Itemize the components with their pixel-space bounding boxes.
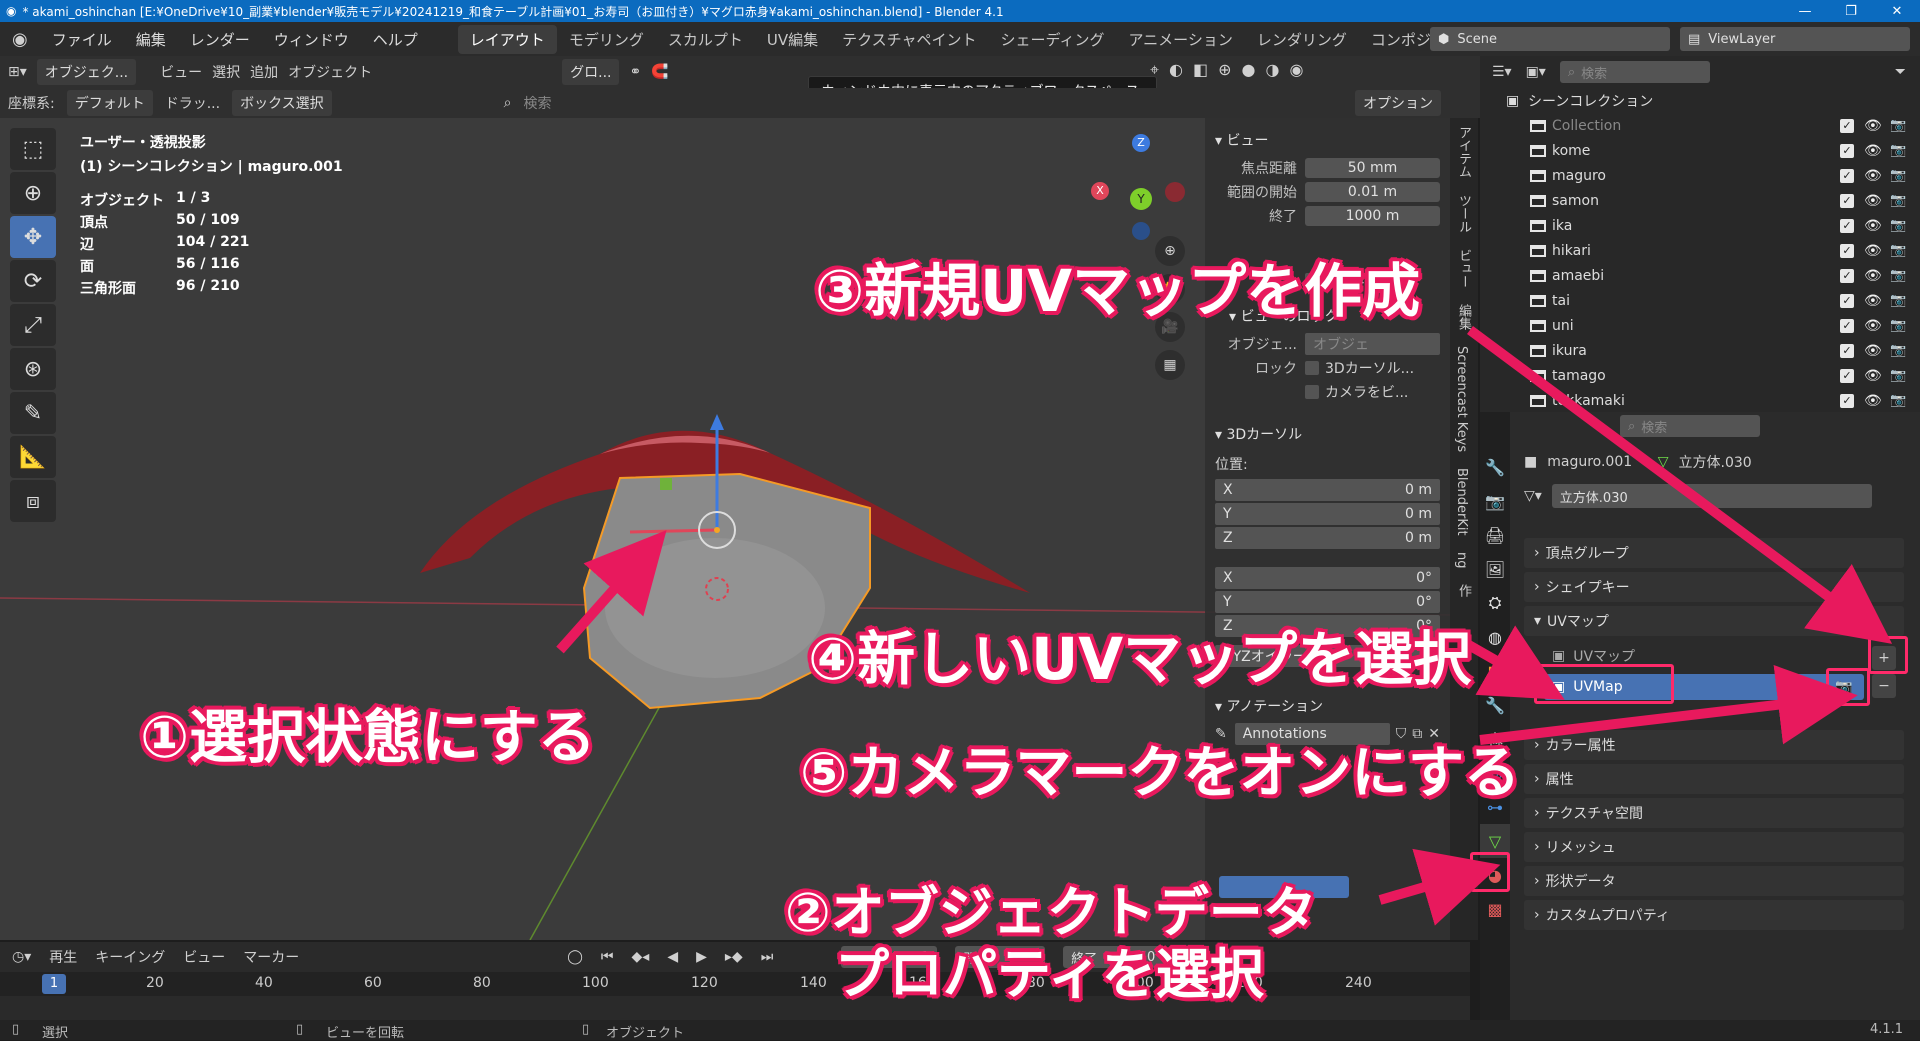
- annotation-step-1: ①選択状態にする: [140, 703, 596, 771]
- arrow-to-camera-icon: [1479, 664, 1858, 745]
- arrow-to-data-tab: [1378, 848, 1501, 926]
- arrow-to-add-button: [1467, 325, 1893, 644]
- annotation-step-4: ④新しいUVマップを選択: [808, 625, 1472, 693]
- arrow-to-object: [556, 530, 667, 654]
- annotation-step-5: ⑤カメラマークをオンにする: [800, 741, 1520, 806]
- annotation-step-2-line2: プロパティを選択: [835, 943, 1264, 1006]
- annotation-step-3: ③新規UVマップを作成: [815, 257, 1421, 325]
